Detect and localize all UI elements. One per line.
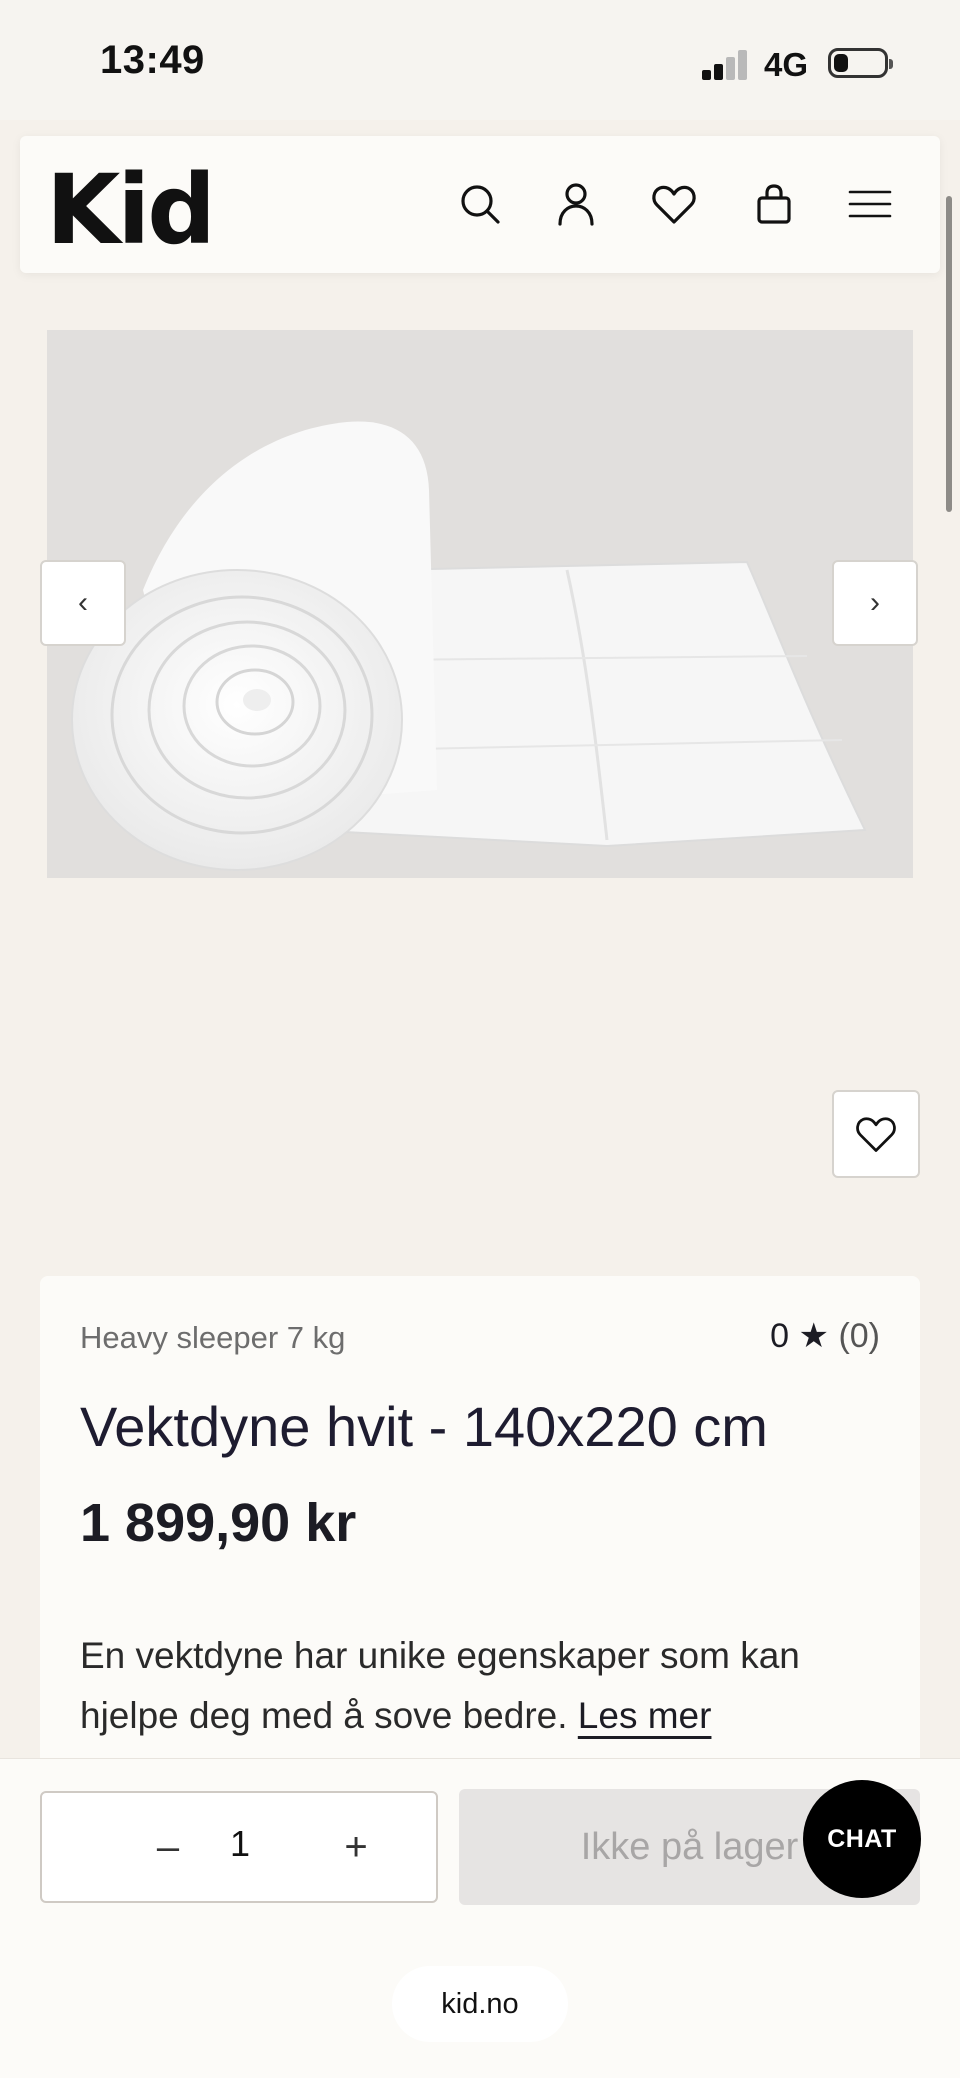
add-to-wishlist-button[interactable] xyxy=(832,1090,920,1178)
product-info-card: Heavy sleeper 7 kg 0 ★ (0) Vektdyne hvit… xyxy=(40,1276,920,1836)
network-label: 4G xyxy=(764,46,809,83)
menu-hamburger-icon[interactable] xyxy=(846,180,894,228)
product-rating[interactable]: 0 ★ (0) xyxy=(770,1316,880,1356)
star-icon: ★ xyxy=(798,1317,829,1355)
browser-url-pill[interactable]: kid.no xyxy=(392,1966,568,2042)
heart-icon xyxy=(856,1117,896,1152)
product-image xyxy=(47,330,913,878)
quantity-stepper: – 1 + xyxy=(40,1791,438,1903)
read-more-link[interactable]: Les mer xyxy=(578,1695,712,1736)
kid-logo[interactable]: Kid xyxy=(46,154,216,266)
gallery-next-button[interactable]: › xyxy=(832,560,918,646)
status-time: 13:49 xyxy=(100,38,205,82)
quantity-value[interactable]: 1 xyxy=(220,1823,260,1865)
product-price: 1 899,90 kr xyxy=(80,1493,357,1553)
chat-button[interactable]: CHAT xyxy=(803,1780,921,1898)
status-bar: 13:49 4G xyxy=(0,0,960,120)
shopping-bag-icon[interactable] xyxy=(750,180,798,228)
signal-strength-icon xyxy=(702,48,750,80)
battery-icon xyxy=(828,48,893,78)
rating-count: (0) xyxy=(838,1317,880,1355)
search-icon[interactable] xyxy=(456,180,504,228)
product-title: Vektdyne hvit - 140x220 cm xyxy=(80,1395,768,1458)
gallery-prev-button[interactable]: ‹ xyxy=(40,560,126,646)
wishlist-heart-icon[interactable] xyxy=(650,180,698,228)
chevron-left-icon: ‹ xyxy=(78,586,88,619)
product-brand: Heavy sleeper 7 kg xyxy=(80,1320,346,1355)
rating-value: 0 xyxy=(770,1317,790,1355)
page-scrollbar[interactable] xyxy=(946,196,952,512)
quantity-increase-button[interactable]: + xyxy=(330,1821,382,1873)
quantity-decrease-button[interactable]: – xyxy=(142,1821,194,1873)
account-icon[interactable] xyxy=(552,180,600,228)
product-description: En vektdyne har unike egenskaper som kan… xyxy=(80,1626,880,1746)
rolled-duvet-image xyxy=(71,421,867,871)
chevron-right-icon: › xyxy=(870,586,880,619)
site-header: Kid xyxy=(20,136,940,273)
